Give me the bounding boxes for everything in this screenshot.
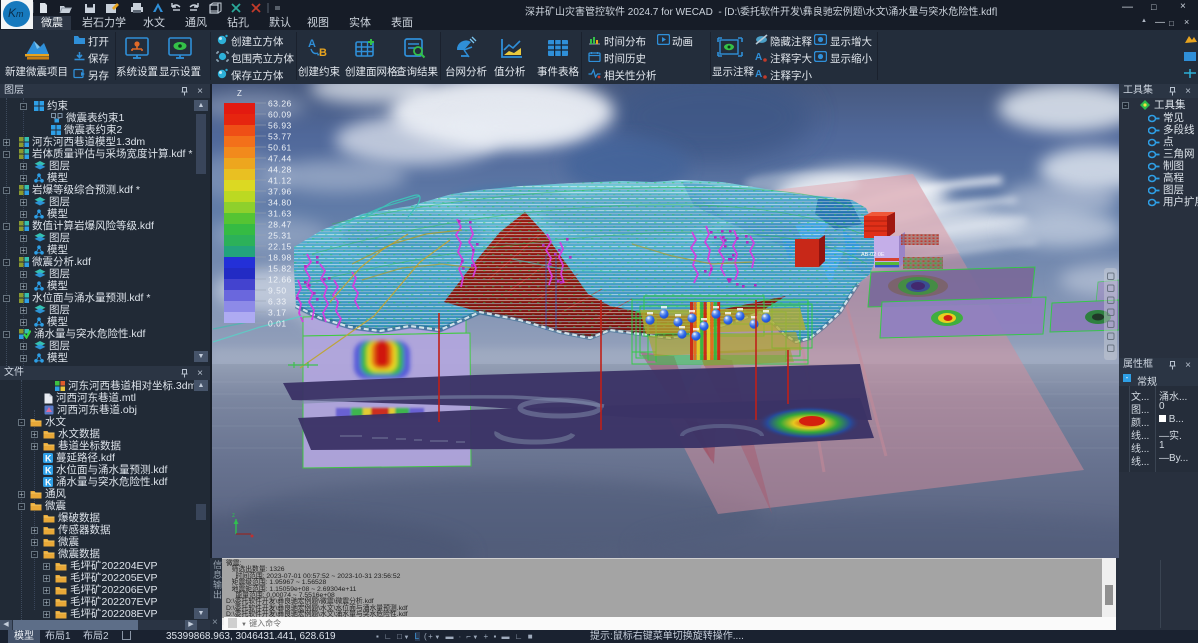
svg-text:37.96: 37.96: [268, 187, 292, 197]
svg-text:56.93: 56.93: [268, 121, 292, 131]
svg-text:A: A: [755, 69, 762, 79]
svg-text:50.61: 50.61: [268, 143, 292, 153]
svg-text:z: z: [232, 513, 235, 519]
svg-text:22.15: 22.15: [268, 242, 292, 252]
svg-text:6.33: 6.33: [268, 297, 287, 307]
svg-text:31.63: 31.63: [268, 209, 292, 219]
svg-text:3.17: 3.17: [268, 308, 287, 318]
svg-text:12.66: 12.66: [268, 275, 292, 285]
svg-text:B: B: [319, 47, 327, 59]
svg-text:41.12: 41.12: [268, 176, 292, 186]
svg-text:Z: Z: [237, 89, 242, 98]
svg-text:63.26: 63.26: [268, 99, 292, 109]
svg-text:53.77: 53.77: [268, 132, 292, 142]
svg-text:15.82: 15.82: [268, 264, 292, 274]
svg-text:A: A: [308, 38, 316, 50]
svg-text:28.47: 28.47: [268, 220, 292, 230]
svg-text:A: A: [755, 52, 762, 62]
svg-text:AB-02 0E: AB-02 0E: [861, 252, 885, 258]
svg-text:47.44: 47.44: [268, 154, 292, 164]
svg-text:0.01: 0.01: [268, 319, 287, 329]
svg-text:34.80: 34.80: [268, 198, 292, 208]
svg-text:44.28: 44.28: [268, 165, 292, 175]
svg-text:60.09: 60.09: [268, 110, 292, 120]
svg-text:18.98: 18.98: [268, 253, 292, 263]
svg-text:9.50: 9.50: [268, 286, 287, 296]
svg-text:25.31: 25.31: [268, 231, 292, 241]
